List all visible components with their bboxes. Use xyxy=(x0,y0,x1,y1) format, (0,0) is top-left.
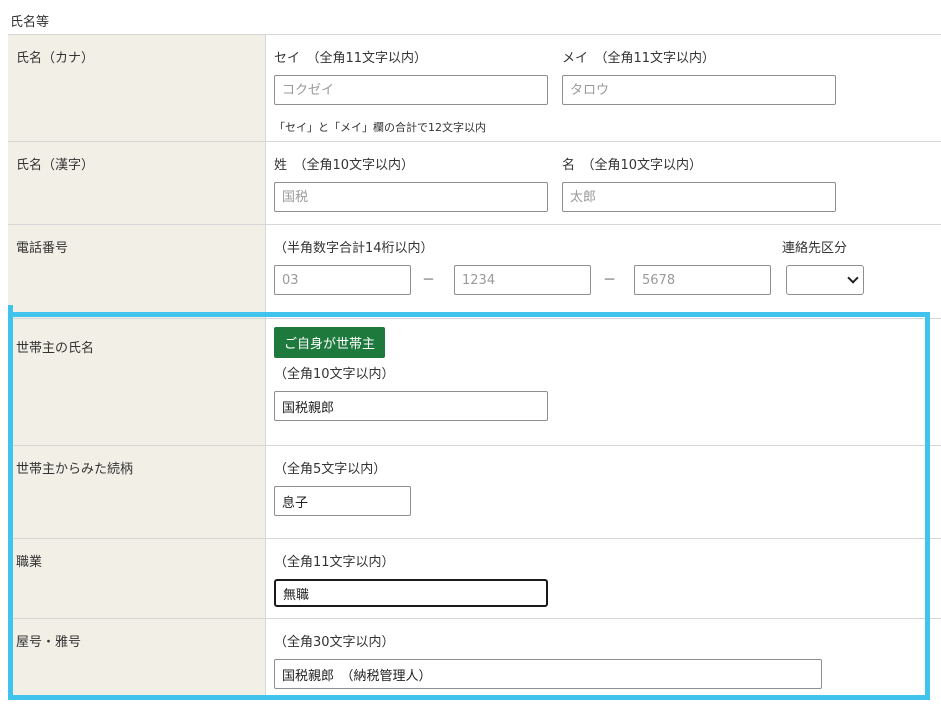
phone-separator: － xyxy=(422,273,436,288)
mei-kana-input[interactable] xyxy=(562,75,836,105)
row-content: セイ （全角11文字以内） メイ （全角11文字以内） 「セイ」と「メイ」欄の合… xyxy=(266,35,941,141)
row-content: 姓 （全角10文字以内） 名 （全角10文字以内） xyxy=(266,142,941,224)
row-content: ご自身が世帯主 （全角10文字以内） xyxy=(266,319,941,445)
householder-name-input[interactable] xyxy=(274,391,548,421)
contact-type-select[interactable] xyxy=(786,265,864,295)
row-content: （全角5文字以内） xyxy=(266,446,941,538)
trade-name-input[interactable] xyxy=(274,659,822,689)
contact-type-label: 連絡先区分 xyxy=(782,241,848,256)
row-householder-name: 世帯主の氏名 ご自身が世帯主 （全角10文字以内） xyxy=(8,319,941,446)
row-label: 屋号・雅号 xyxy=(8,619,266,698)
chevron-down-icon xyxy=(847,272,859,284)
row-name-kana: 氏名（カナ） セイ （全角11文字以内） メイ （全角11文字以内） 「セイ」と… xyxy=(8,35,941,142)
sei-kana-caption: セイ （全角11文字以内） xyxy=(274,51,428,66)
relation-input[interactable] xyxy=(274,486,411,516)
sei-kana-input[interactable] xyxy=(274,75,548,105)
householder-caption: （全角10文字以内） xyxy=(274,367,395,382)
row-content: （全角30文字以内） xyxy=(266,619,941,698)
phone-part3-input[interactable] xyxy=(634,265,771,295)
row-label: 世帯主からみた続柄 xyxy=(8,446,266,538)
occupation-input[interactable] xyxy=(274,579,548,607)
phone-part2-input[interactable] xyxy=(454,265,591,295)
mei-kanji-input[interactable] xyxy=(562,182,836,212)
row-phone: 電話番号 （半角数字合計14桁以内） 連絡先区分 － － xyxy=(8,225,941,319)
row-content: （全角11文字以内） xyxy=(266,539,941,618)
row-name-kanji: 氏名（漢字） 姓 （全角10文字以内） 名 （全角10文字以内） xyxy=(8,142,941,225)
section-title: 氏名等 xyxy=(10,15,50,30)
row-label: 世帯主の氏名 xyxy=(8,319,266,445)
mei-kanji-caption: 名 （全角10文字以内） xyxy=(562,158,703,173)
row-label: 職業 xyxy=(8,539,266,618)
trade-name-caption: （全角30文字以内） xyxy=(274,635,395,650)
row-content: （半角数字合計14桁以内） 連絡先区分 － － xyxy=(266,225,941,318)
mei-kana-caption: メイ （全角11文字以内） xyxy=(562,51,716,66)
row-label: 氏名（漢字） xyxy=(8,142,266,224)
phone-part1-input[interactable] xyxy=(274,265,411,295)
phone-separator: － xyxy=(603,273,617,288)
row-occupation: 職業 （全角11文字以内） xyxy=(8,539,941,619)
relation-caption: （全角5文字以内） xyxy=(274,462,387,477)
row-label: 氏名（カナ） xyxy=(8,35,266,141)
self-householder-button[interactable]: ご自身が世帯主 xyxy=(274,327,386,358)
phone-caption: （半角数字合計14桁以内） xyxy=(274,241,434,256)
kana-length-note: 「セイ」と「メイ」欄の合計で12文字以内 xyxy=(274,121,486,134)
row-relation: 世帯主からみた続柄 （全角5文字以内） xyxy=(8,446,941,539)
occupation-caption: （全角11文字以内） xyxy=(274,555,395,570)
row-label: 電話番号 xyxy=(8,225,266,318)
form-table: 氏名（カナ） セイ （全角11文字以内） メイ （全角11文字以内） 「セイ」と… xyxy=(8,34,941,698)
sei-kanji-caption: 姓 （全角10文字以内） xyxy=(274,158,415,173)
row-trade-name: 屋号・雅号 （全角30文字以内） xyxy=(8,619,941,698)
sei-kanji-input[interactable] xyxy=(274,182,548,212)
